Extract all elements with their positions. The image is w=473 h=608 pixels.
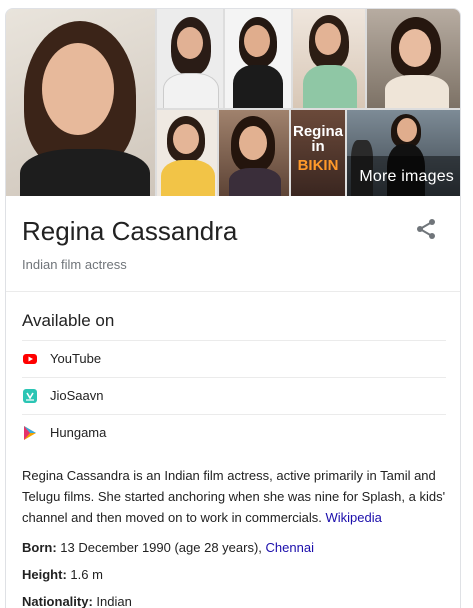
thumbnail-caption: BIKIN: [297, 157, 339, 174]
photo-thumbnail[interactable]: [157, 110, 217, 196]
photo-thumbnail[interactable]: [219, 110, 289, 196]
available-on-label: YouTube: [50, 351, 102, 366]
fact-value: 13 December 1990 (age 28 years),: [60, 540, 262, 555]
available-on-hungama[interactable]: Hungama: [22, 414, 446, 451]
more-images-thumbnail[interactable]: More images: [347, 110, 460, 196]
youtube-icon: [23, 354, 37, 364]
photo-thumbnail[interactable]: [225, 9, 291, 108]
share-icon[interactable]: [414, 217, 438, 241]
jiosaavn-icon: [23, 389, 37, 403]
photo-thumbnail[interactable]: [367, 9, 460, 108]
fact-value: 1.6 m: [70, 567, 103, 582]
entity-description: Regina Cassandra is an Indian film actre…: [22, 465, 452, 528]
entity-subtitle: Indian film actress: [22, 257, 127, 272]
fact-born: Born: 13 December 1990 (age 28 years), C…: [22, 540, 314, 555]
fact-label: Born:: [22, 540, 57, 555]
knowledge-panel: Regina in BIKIN More images Regina Cassan…: [5, 8, 461, 608]
thumbnail-caption: Regina in: [292, 123, 343, 155]
main-photo[interactable]: [6, 9, 155, 196]
entity-header: Regina Cassandra Indian film actress: [6, 196, 460, 292]
fact-value: Indian: [96, 594, 132, 608]
fact-nationality: Nationality: Indian: [22, 594, 132, 608]
available-on-youtube[interactable]: YouTube: [22, 340, 446, 377]
more-images-label: More images: [359, 168, 454, 185]
birthplace-link[interactable]: Chennai: [266, 540, 314, 555]
image-gallery: Regina in BIKIN More images: [6, 9, 460, 196]
photo-thumbnail[interactable]: [157, 9, 223, 108]
hungama-icon: [24, 426, 36, 440]
available-on-label: JioSaavn: [50, 388, 104, 403]
available-on-label: Hungama: [50, 425, 107, 440]
available-on-heading: Available on: [22, 311, 115, 330]
wikipedia-link[interactable]: Wikipedia: [326, 510, 382, 525]
fact-height: Height: 1.6 m: [22, 567, 103, 582]
entity-name: Regina Cassandra: [22, 216, 238, 246]
photo-thumbnail[interactable]: Regina in BIKIN: [291, 110, 345, 196]
fact-label: Nationality:: [22, 594, 93, 608]
fact-label: Height:: [22, 567, 67, 582]
photo-thumbnail[interactable]: [293, 9, 365, 108]
available-on-jiosaavn[interactable]: JioSaavn: [22, 377, 446, 414]
